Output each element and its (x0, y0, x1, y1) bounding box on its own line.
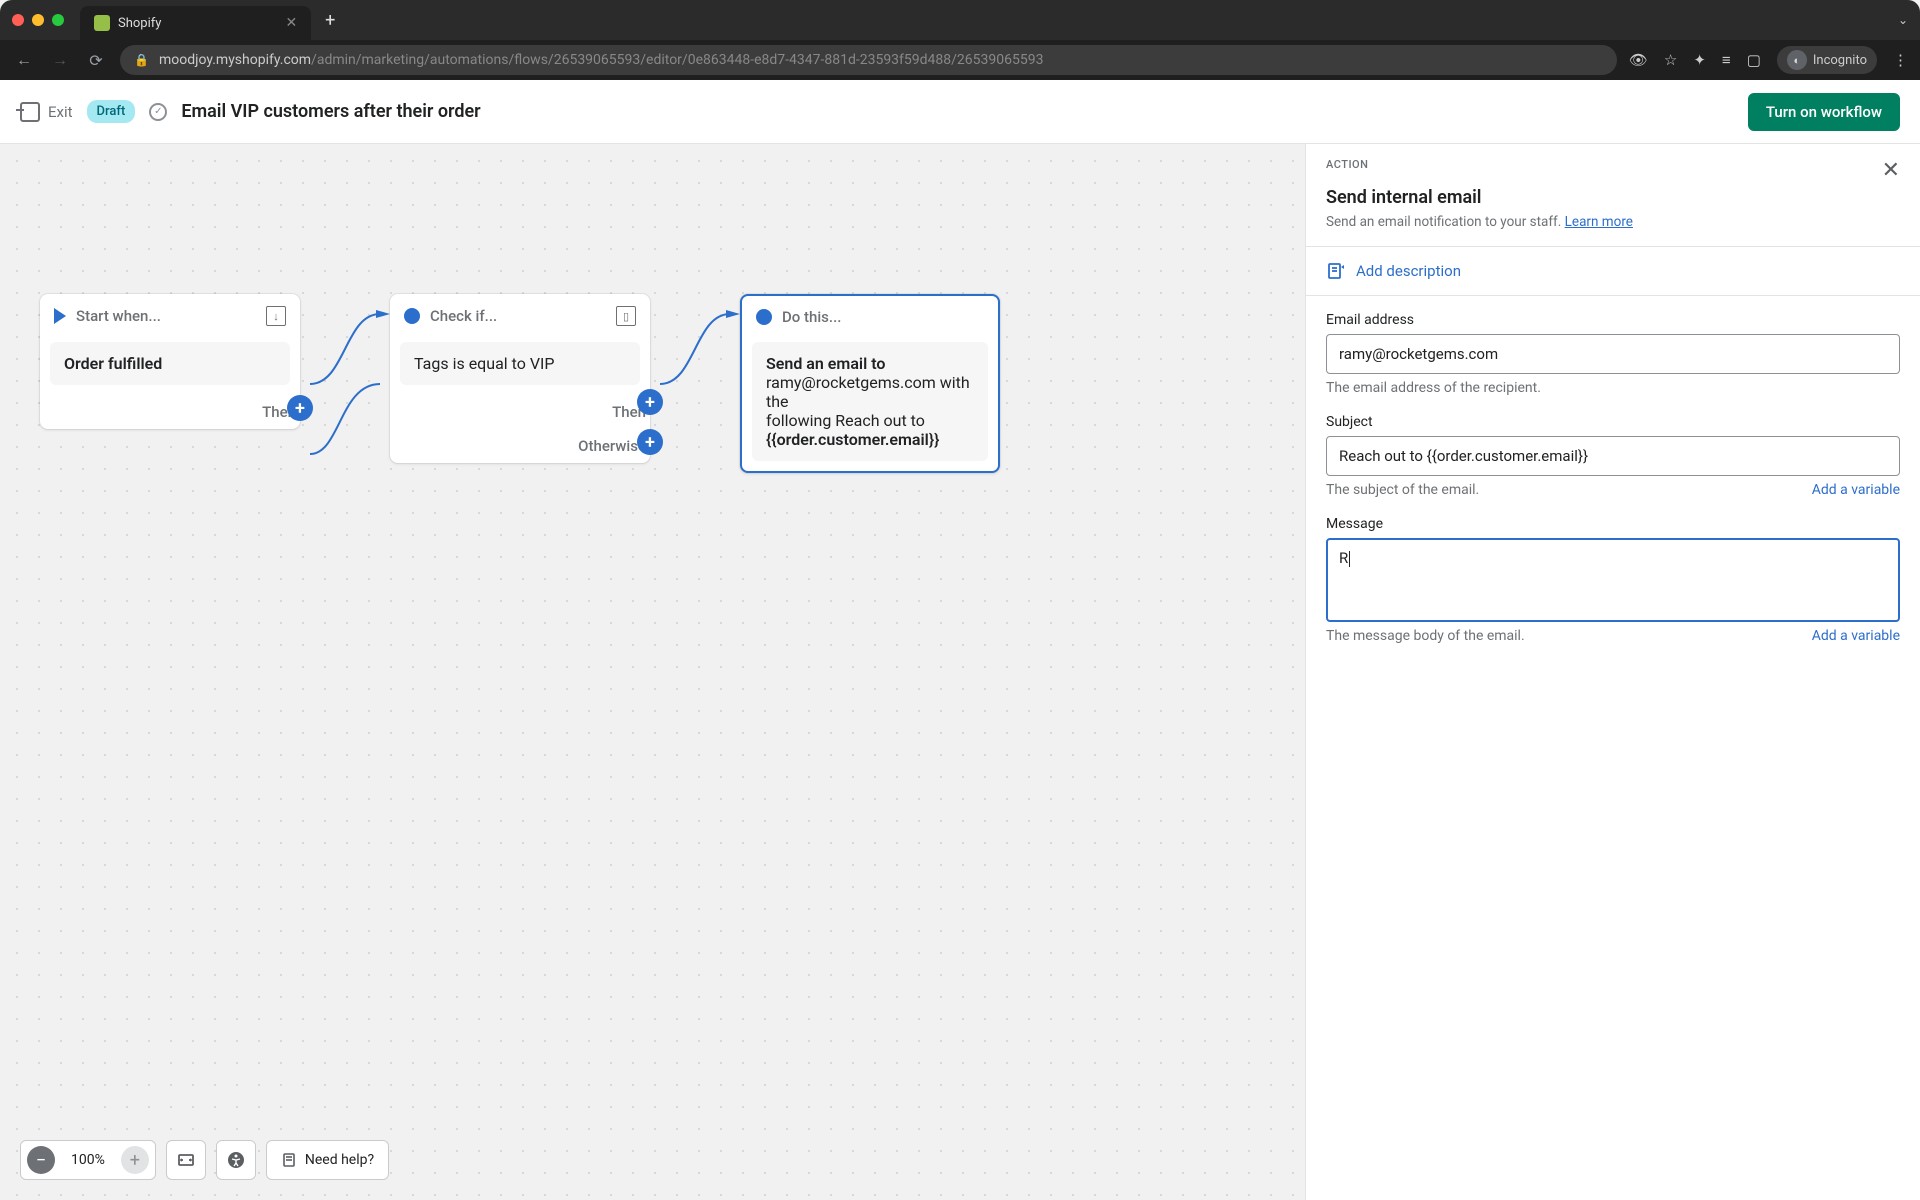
message-add-variable-link[interactable]: Add a variable (1812, 628, 1900, 644)
workflow-canvas[interactable]: Start when... ↓ Order fulfilled Then + C… (0, 144, 1920, 1200)
email-label: Email address (1326, 312, 1900, 328)
clipboard-icon[interactable]: ▯ (616, 306, 636, 326)
document-icon (281, 1152, 297, 1168)
lock-icon: 🔒 (134, 53, 149, 67)
tabs-overflow-icon[interactable]: ⌄ (1898, 13, 1908, 27)
node-check-body: Tags is equal to VIP (400, 342, 640, 385)
shopify-favicon-icon (94, 15, 110, 31)
url-text: moodjoy.myshopify.com/admin/marketing/au… (159, 52, 1044, 68)
add-step-button[interactable]: + (287, 395, 313, 421)
exit-button[interactable]: Exit (20, 102, 73, 122)
accessibility-icon (227, 1151, 245, 1169)
fit-icon (177, 1151, 195, 1169)
window-maximize-icon[interactable] (52, 14, 64, 26)
browser-actions: 👁 ☆ ✦ ≡ ▢ ◐ Incognito ⋮ (1629, 46, 1908, 74)
subject-add-variable-link[interactable]: Add a variable (1812, 482, 1900, 498)
node-check-title: Check if... (430, 307, 497, 325)
node-header: Start when... ↓ (40, 294, 300, 338)
zoom-controls: − 100% + (20, 1140, 156, 1180)
add-description-label: Add description (1356, 262, 1461, 280)
node-header: Check if... ▯ (390, 294, 650, 338)
app-top-bar: Exit Draft ✓ Email VIP customers after t… (0, 80, 1920, 144)
zoom-out-button[interactable]: − (27, 1146, 55, 1174)
incognito-icon: ◐ (1787, 50, 1807, 70)
zoom-in-button[interactable]: + (121, 1146, 149, 1174)
address-bar[interactable]: 🔒 moodjoy.myshopify.com/admin/marketing/… (120, 45, 1617, 75)
panel-close-icon[interactable]: ✕ (1882, 158, 1900, 183)
add-otherwise-button[interactable]: + (637, 429, 663, 455)
status-check-icon: ✓ (149, 103, 167, 121)
need-help-label: Need help? (305, 1152, 374, 1168)
panel-title: Send internal email (1326, 187, 1900, 208)
subject-input[interactable] (1326, 436, 1900, 476)
tab-close-icon[interactable]: ✕ (285, 15, 297, 31)
learn-more-link[interactable]: Learn more (1565, 214, 1633, 230)
eye-off-icon[interactable]: 👁 (1629, 51, 1648, 69)
reading-list-icon[interactable]: ≡ (1722, 51, 1731, 69)
fit-view-button[interactable] (166, 1140, 206, 1180)
node-header: Do this... (742, 296, 998, 338)
new-tab-button[interactable]: + (325, 10, 335, 31)
node-do-body: Send an email to ramy@rocketgems.com wit… (752, 342, 988, 461)
node-do-title: Do this... (782, 308, 841, 326)
window-minimize-icon[interactable] (32, 14, 44, 26)
canvas-bottom-toolbar: − 100% + Need help? (20, 1140, 389, 1180)
side-panel-icon[interactable]: ▢ (1747, 51, 1761, 69)
panel-kicker: ACTION (1326, 158, 1368, 183)
node-start-title: Start when... (76, 307, 161, 325)
turn-on-workflow-button[interactable]: Turn on workflow (1748, 93, 1900, 131)
flow-node-action[interactable]: Do this... Send an email to ramy@rocketg… (740, 294, 1000, 473)
condition-dot-icon (404, 308, 420, 324)
need-help-button[interactable]: Need help? (266, 1140, 389, 1180)
subject-help: The subject of the email. (1326, 482, 1479, 498)
play-icon (54, 308, 66, 324)
zoom-level: 100% (61, 1152, 115, 1168)
browser-tab-bar: Shopify ✕ + ⌄ (0, 0, 1920, 40)
action-side-panel: ACTION ✕ Send internal email Send an ema… (1305, 144, 1920, 1200)
node-start-body: Order fulfilled (50, 342, 290, 385)
draft-badge: Draft (87, 100, 136, 123)
tab-title: Shopify (118, 16, 161, 31)
accessibility-button[interactable] (216, 1140, 256, 1180)
incognito-label: Incognito (1813, 53, 1867, 68)
note-icon (1326, 261, 1346, 281)
exit-icon (20, 102, 40, 122)
message-label: Message (1326, 516, 1900, 532)
download-icon[interactable]: ↓ (266, 306, 286, 326)
message-value: R (1339, 549, 1350, 567)
message-help: The message body of the email. (1326, 628, 1525, 644)
add-description-button[interactable]: Add description (1306, 247, 1920, 296)
incognito-badge[interactable]: ◐ Incognito (1777, 46, 1877, 74)
extensions-icon[interactable]: ✦ (1693, 51, 1706, 69)
back-button[interactable]: ← (12, 50, 36, 70)
reload-button[interactable]: ⟳ (84, 51, 108, 70)
workflow-title: Email VIP customers after their order (181, 101, 480, 122)
exit-label: Exit (48, 103, 73, 121)
browser-tab[interactable]: Shopify ✕ (80, 6, 311, 40)
forward-button: → (48, 50, 72, 70)
add-then-button[interactable]: + (637, 389, 663, 415)
browser-toolbar: ← → ⟳ 🔒 moodjoy.myshopify.com/admin/mark… (0, 40, 1920, 80)
subject-label: Subject (1326, 414, 1900, 430)
kebab-menu-icon[interactable]: ⋮ (1893, 51, 1908, 69)
bookmark-star-icon[interactable]: ☆ (1664, 51, 1677, 69)
window-controls (12, 14, 64, 26)
message-textarea[interactable]: R (1326, 538, 1900, 622)
email-help: The email address of the recipient. (1326, 380, 1900, 396)
window-close-icon[interactable] (12, 14, 24, 26)
email-input[interactable] (1326, 334, 1900, 374)
flow-node-start[interactable]: Start when... ↓ Order fulfilled Then + (40, 294, 300, 429)
action-dot-icon (756, 309, 772, 325)
panel-description: Send an email notification to your staff… (1306, 214, 1920, 247)
flow-node-check[interactable]: Check if... ▯ Tags is equal to VIP Then … (390, 294, 650, 463)
